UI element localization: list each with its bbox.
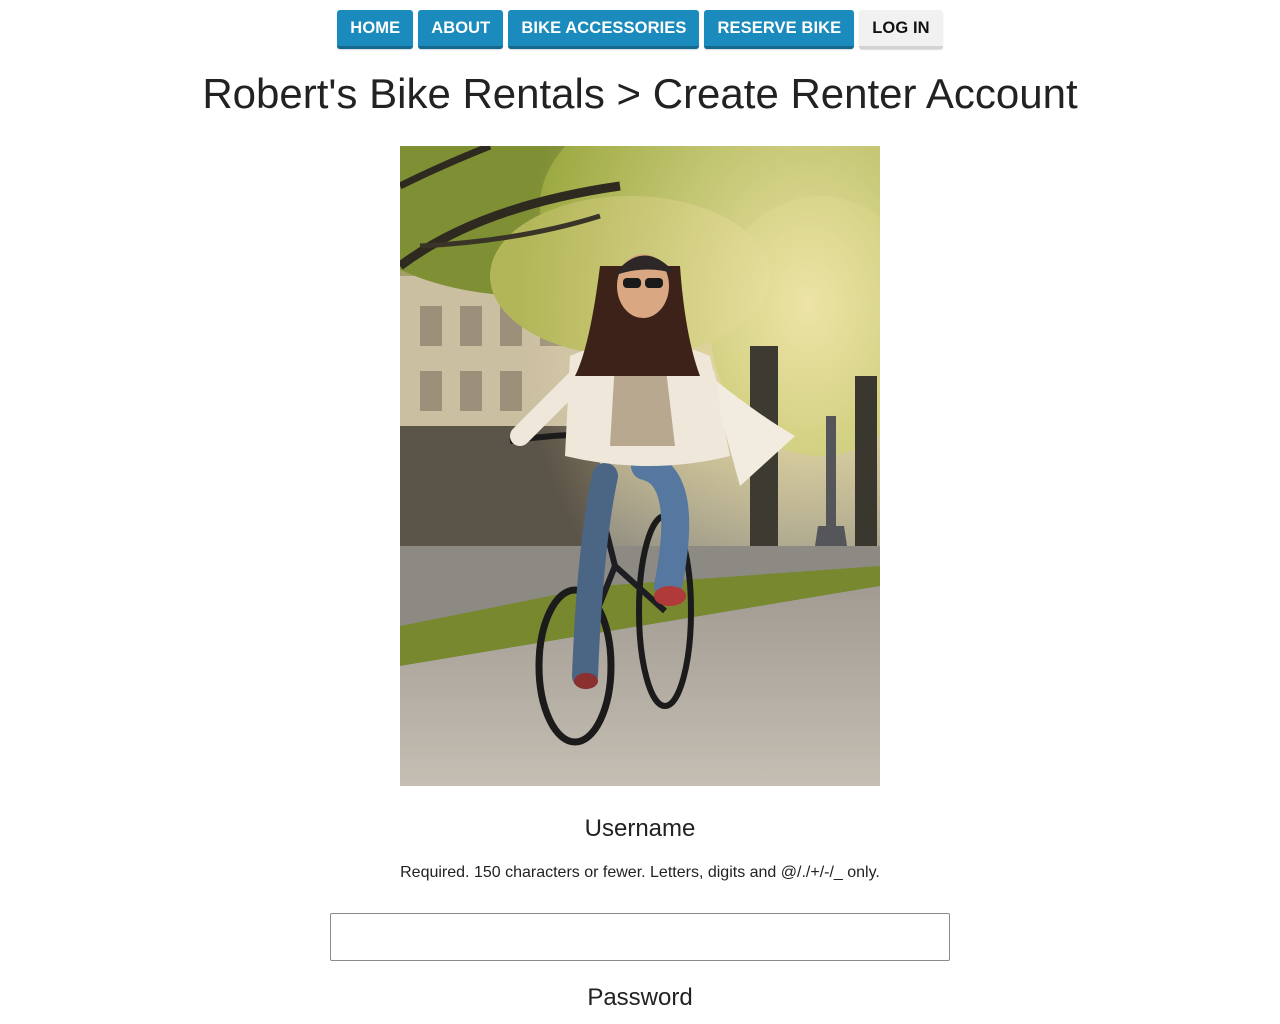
- nav-bike-accessories-button[interactable]: BIKE ACCESSORIES: [508, 10, 700, 49]
- username-help-text: Required. 150 characters or fewer. Lette…: [400, 864, 880, 881]
- username-label: Username: [584, 815, 696, 842]
- nav-log-in-button[interactable]: LOG IN: [859, 10, 943, 49]
- username-input[interactable]: [330, 913, 950, 961]
- page-title: Robert's Bike Rentals > Create Renter Ac…: [202, 70, 1078, 117]
- hero-image-woman-cycling: [400, 146, 880, 786]
- nav-reserve-bike-button[interactable]: RESERVE BIKE: [704, 10, 855, 49]
- main-nav: HOME ABOUT BIKE ACCESSORIES RESERVE BIKE…: [0, 10, 1280, 49]
- nav-home-button[interactable]: HOME: [337, 10, 414, 49]
- nav-about-button[interactable]: ABOUT: [418, 10, 504, 49]
- password-label: Password: [587, 984, 693, 1011]
